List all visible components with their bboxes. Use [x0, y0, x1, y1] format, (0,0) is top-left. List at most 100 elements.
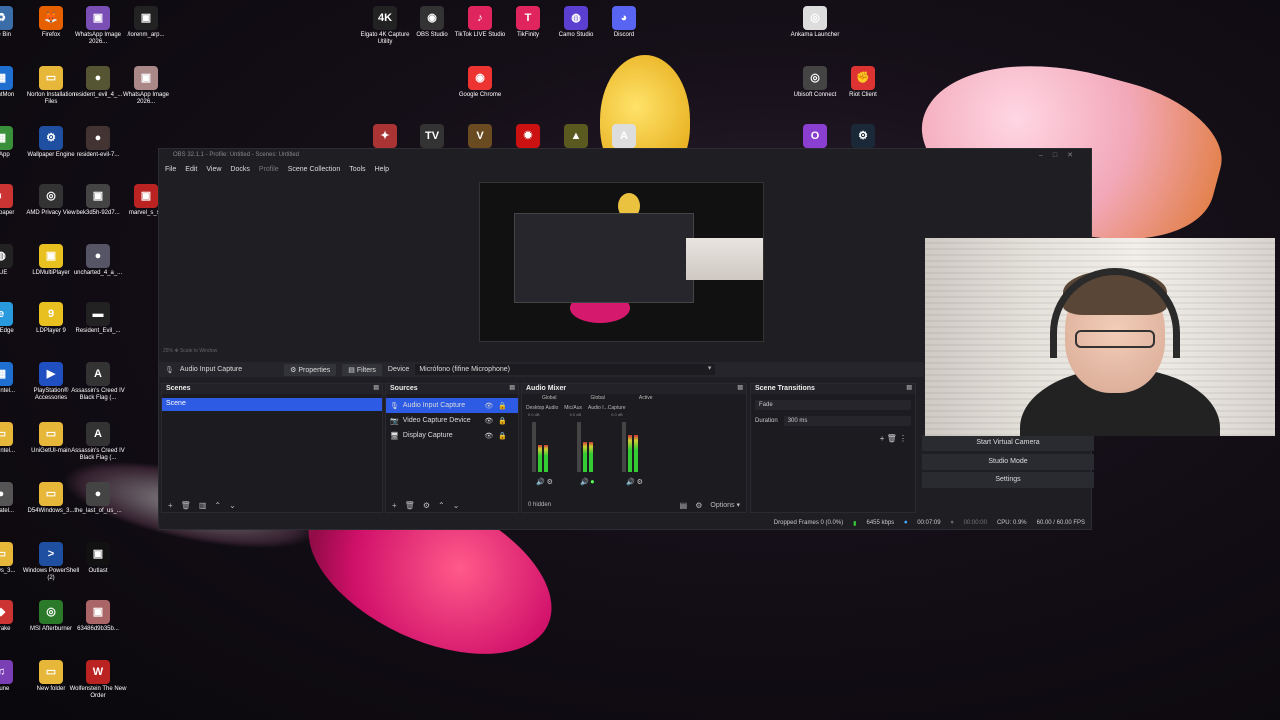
menu-help[interactable]: Help: [375, 166, 389, 173]
move-up-icon[interactable]: ⌃: [214, 501, 221, 510]
global-tab[interactable]: Global: [590, 395, 604, 401]
add-icon[interactable]: +: [392, 501, 397, 510]
volume-meter[interactable]: [577, 422, 595, 472]
meter-fill: [538, 444, 542, 472]
zoom-label[interactable]: 25% ✥ Scale to Window: [163, 348, 217, 354]
duration-input[interactable]: 300 ms: [783, 416, 911, 426]
selected-source-name: Audio Input Capture: [179, 366, 243, 373]
dock-menu-icon[interactable]: ▤: [509, 384, 515, 391]
desktop-icon[interactable]: ◎ Ankama Launcher: [784, 6, 846, 39]
gear-icon[interactable]: ⚙: [423, 501, 430, 510]
menu-scene-collection[interactable]: Scene Collection: [288, 166, 341, 173]
dock-menu-icon[interactable]: ▤: [373, 384, 379, 391]
app-icon: ▣: [86, 184, 110, 208]
menu-profile[interactable]: Profile: [259, 166, 279, 173]
desktop-icon[interactable]: A Assassin's Creed IV Black Flag (...: [67, 362, 129, 402]
properties-button[interactable]: ⚙ Properties: [284, 363, 337, 376]
source-item[interactable]: 📷 Video Capture Device 👁🔒: [386, 413, 518, 428]
app-icon: ▣: [39, 244, 63, 268]
more-icon[interactable]: ⋮: [899, 434, 907, 443]
source-item[interactable]: 🎙 Audio Input Capture 👁🔒: [386, 398, 518, 413]
app-icon: ▭: [39, 660, 63, 684]
volume-meter[interactable]: [622, 422, 640, 472]
hidden-count[interactable]: 0 hidden: [528, 502, 551, 508]
menu-file[interactable]: File: [165, 166, 176, 173]
app-icon: ●: [86, 244, 110, 268]
speaker-icon[interactable]: 🔊 ⚙: [536, 478, 553, 486]
desktop-icon[interactable]: ● the_last_of_us_...: [67, 482, 129, 515]
speaker-icon[interactable]: 🔊 ⏺: [580, 478, 594, 487]
desktop-icon[interactable]: ● resident-evil-7...: [67, 126, 129, 159]
settings-button[interactable]: Settings: [922, 472, 1094, 488]
app-icon: ●: [86, 66, 110, 90]
app-icon: ✹: [516, 124, 540, 148]
scenes-dock: Scenes ▤ Scene + 🗑 ▥ ⌃ ⌄: [161, 383, 383, 513]
speaker-icon[interactable]: 🔊 ⚙: [626, 478, 643, 486]
desktop-icon[interactable]: A: [593, 124, 655, 150]
studio-mode-button[interactable]: Studio Mode: [922, 454, 1094, 470]
signal-icon: ▮: [853, 520, 857, 527]
app-icon: >: [39, 542, 63, 566]
add-icon[interactable]: +: [168, 501, 173, 510]
desktop-icon[interactable]: W Wolfenstein The New Order: [67, 660, 129, 700]
desktop-icon[interactable]: A Assassin's Creed IV Black Flag (...: [67, 422, 129, 462]
desktop-icon[interactable]: ▣ WhatsApp Image 2026...: [115, 66, 177, 106]
gear-icon[interactable]: ⚙: [695, 501, 702, 510]
move-down-icon[interactable]: ⌄: [229, 501, 236, 510]
global-tab[interactable]: Global: [542, 395, 556, 401]
desktop-icon-label: the_last_of_us_...: [74, 508, 122, 514]
desktop-icon[interactable]: ▣ 63486d9b35b...: [67, 600, 129, 633]
filters-button[interactable]: ▤ Filters: [342, 363, 382, 376]
scene-item[interactable]: Scene: [162, 398, 382, 411]
scenes-title: Scenes: [166, 385, 191, 392]
options-button[interactable]: Options ▾: [710, 501, 740, 509]
window-title-bar[interactable]: OBS 32.1.1 - Profile: Untitled - Scenes:…: [159, 149, 1091, 162]
trash-icon[interactable]: 🗑: [887, 434, 897, 443]
menu-edit[interactable]: Edit: [185, 166, 197, 173]
desktop-icon[interactable]: ◕ Discord: [593, 6, 655, 39]
transition-select[interactable]: Fade: [755, 400, 911, 410]
desktop-icon[interactable]: ▣ /lorenm_arp...: [115, 6, 177, 39]
app-icon: ▭: [39, 482, 63, 506]
volume-meter[interactable]: [532, 422, 550, 472]
sources-dock: Sources ▤ 🎙 Audio Input Capture 👁🔒 📷 Vide…: [385, 383, 519, 513]
window-controls[interactable]: –□✕: [1039, 151, 1083, 159]
visibility-lock-icons[interactable]: 👁🔒: [484, 417, 512, 425]
desktop-icon[interactable]: ⚙: [832, 124, 894, 150]
menu-tools[interactable]: Tools: [349, 166, 365, 173]
visibility-lock-icons[interactable]: 👁🔒: [484, 432, 512, 440]
dock-menu-icon[interactable]: ▤: [737, 384, 743, 391]
desktop-icon[interactable]: ● uncharted_4_a_...: [67, 244, 129, 277]
source-item[interactable]: 🖥 Display Capture 👁🔒: [386, 428, 518, 443]
app-icon: ◆: [0, 600, 13, 624]
record-time: 00:07:09: [917, 520, 941, 526]
meter-fill: [589, 442, 593, 472]
desktop-icon[interactable]: ✊ Riot Client: [832, 66, 894, 99]
device-select[interactable]: Micrófono (fifine Microphone): [415, 364, 716, 375]
preview-canvas[interactable]: [479, 182, 764, 342]
mixer-title: Audio Mixer: [526, 385, 567, 392]
app-icon: ♫: [0, 660, 13, 684]
trash-icon[interactable]: 🗑: [181, 501, 191, 510]
move-up-icon[interactable]: ⌃: [438, 501, 445, 510]
mixer-layout-icon[interactable]: ▤: [680, 501, 688, 510]
move-down-icon[interactable]: ⌄: [453, 501, 460, 510]
desktop-icon[interactable]: ◉ Google Chrome: [449, 66, 511, 99]
app-icon: ◍: [0, 244, 13, 268]
filter-icon[interactable]: ▥: [199, 501, 207, 510]
start-virtual-camera-button[interactable]: Start Virtual Camera: [922, 435, 1094, 451]
add-icon[interactable]: +: [880, 434, 885, 443]
dock-menu-icon[interactable]: ▤: [906, 384, 912, 391]
desktop-icon[interactable]: ▣ Outlast: [67, 542, 129, 575]
app-icon: ◎: [803, 6, 827, 30]
desktop-icon-label: Ankama Launcher: [790, 32, 840, 38]
source-label: Video Capture Device: [402, 417, 471, 424]
menu-view[interactable]: View: [206, 166, 221, 173]
active-tab[interactable]: Active: [639, 395, 653, 401]
trash-icon[interactable]: 🗑: [405, 501, 415, 510]
transition-actions: + 🗑 ⋮: [880, 434, 907, 443]
visibility-lock-icons[interactable]: 👁🔒: [484, 402, 512, 410]
webcam-overlay: [925, 238, 1275, 436]
desktop-icon[interactable]: ▬ Resident_Evil_...: [67, 302, 129, 335]
menu-docks[interactable]: Docks: [230, 166, 249, 173]
